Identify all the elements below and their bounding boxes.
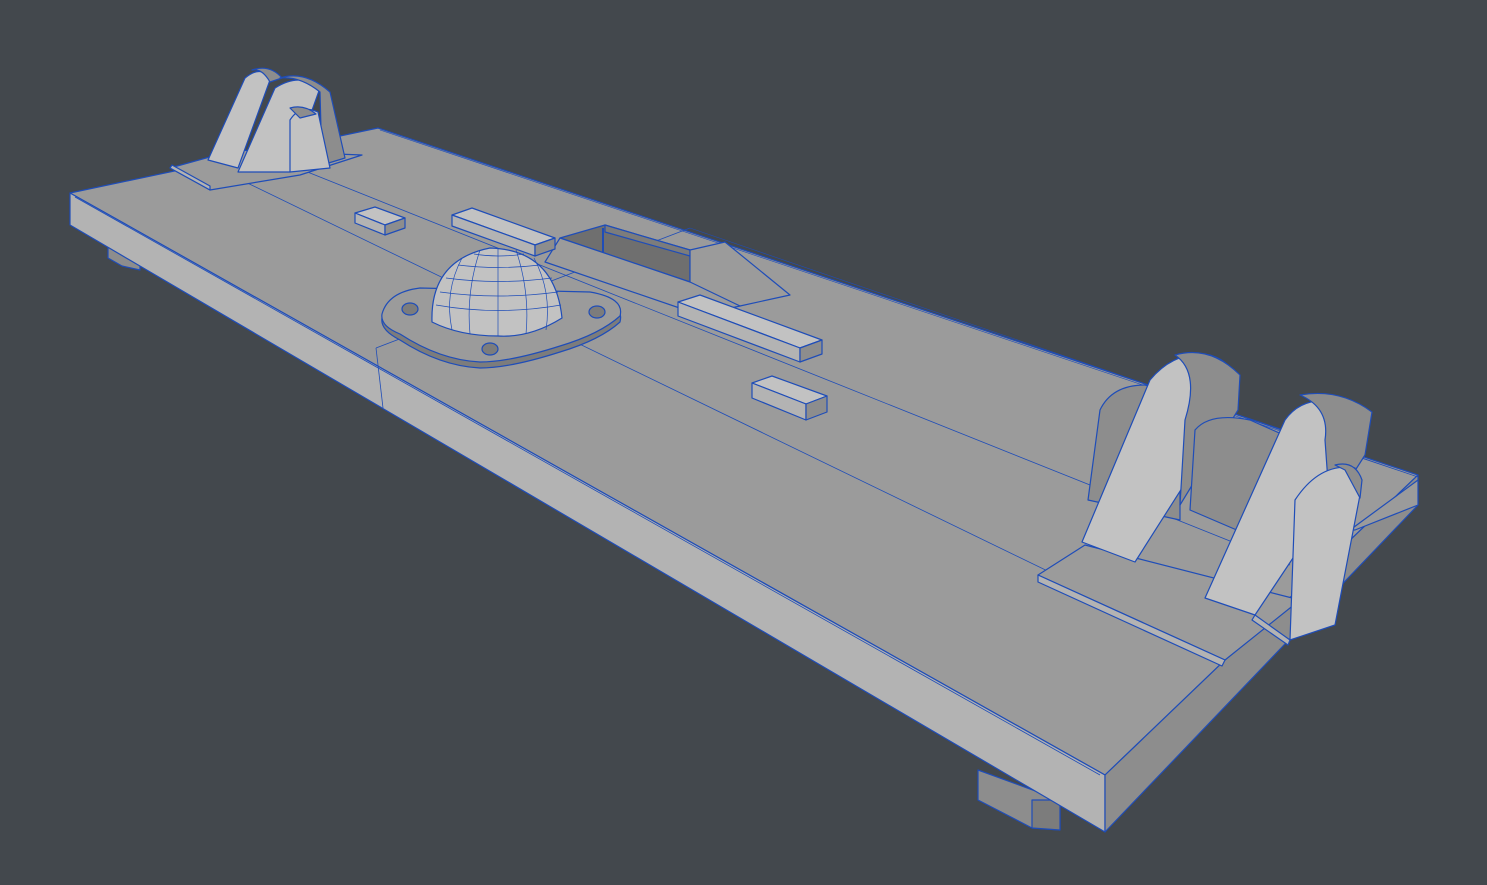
3d-viewport[interactable] <box>0 0 1487 885</box>
model-render <box>69 67 1419 833</box>
